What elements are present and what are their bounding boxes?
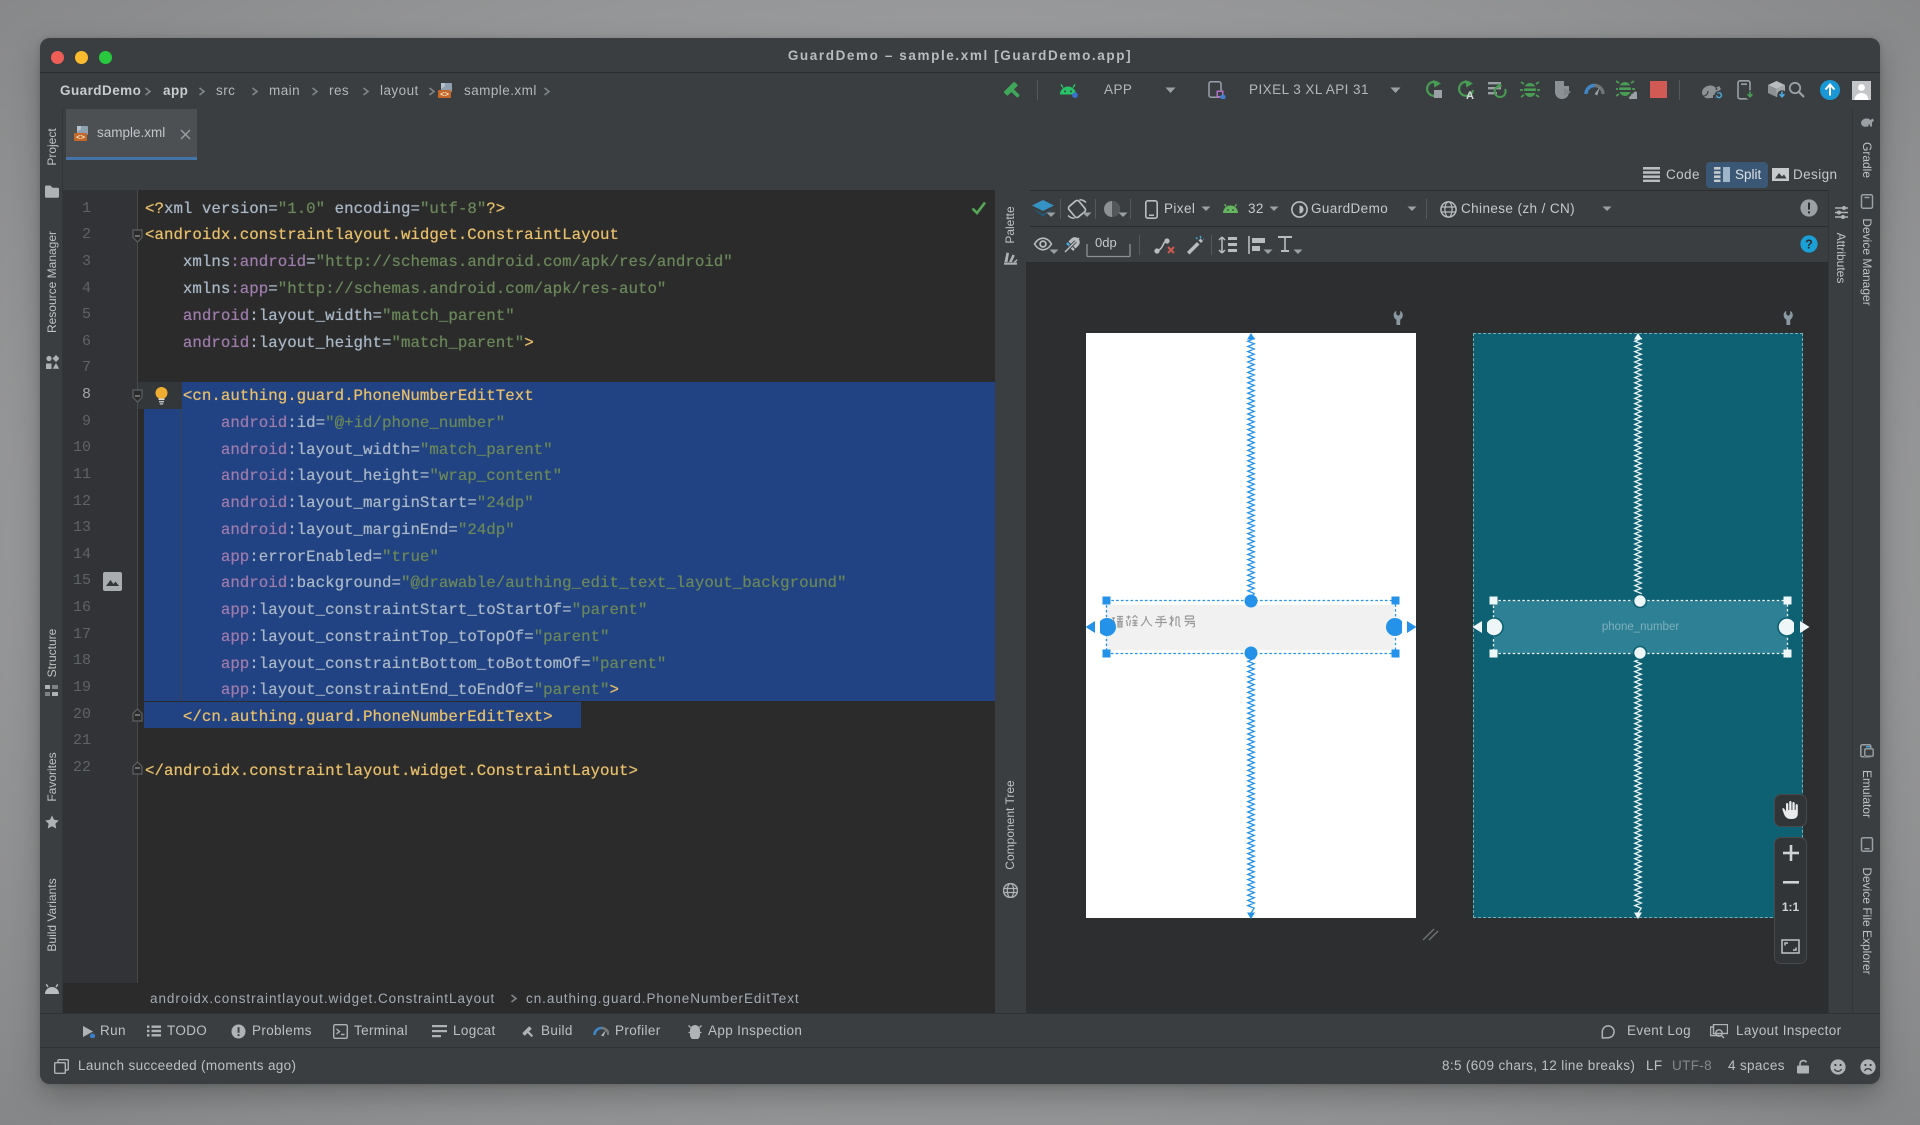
svg-text:A: A <box>1466 90 1474 100</box>
svg-text:<>: <> <box>440 90 449 99</box>
svg-text:<>: <> <box>76 133 85 142</box>
svg-text:?: ? <box>1805 238 1813 252</box>
